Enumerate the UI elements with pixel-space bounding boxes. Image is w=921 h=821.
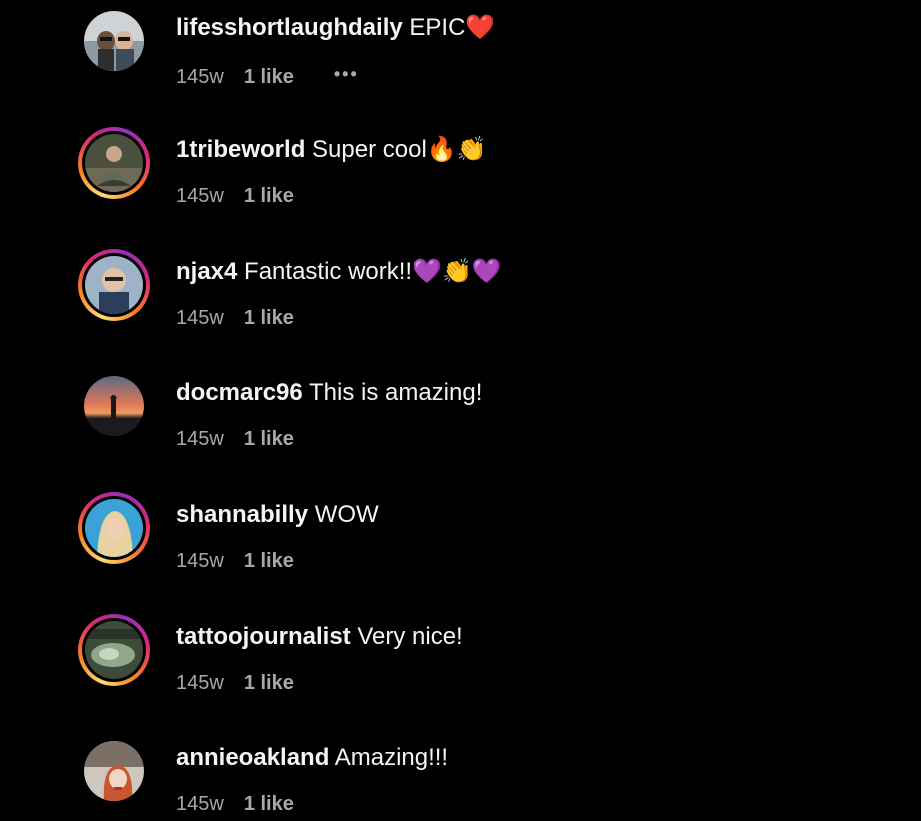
comment-timestamp[interactable]: 145w [176, 307, 224, 329]
comment-meta: 145w 1 like [176, 184, 294, 208]
comment-text: Very nice! [357, 623, 463, 650]
comment-likes[interactable]: 1 like [244, 428, 294, 450]
avatar-photo [84, 741, 144, 801]
comment-line: njax4 Fantastic work!!💜👏💜 [176, 257, 502, 287]
comment-username[interactable]: 1tribeworld [176, 136, 305, 163]
avatar-story-ring[interactable] [78, 249, 150, 321]
avatar-story-ring[interactable] [78, 492, 150, 564]
comment-line: shannabilly WOW [176, 500, 379, 530]
avatar-photo [85, 621, 143, 679]
comment-username[interactable]: tattoojournalist [176, 623, 351, 650]
comment-username[interactable]: njax4 [176, 258, 237, 285]
avatar-story-ring[interactable] [78, 127, 150, 199]
comment-timestamp[interactable]: 145w [176, 185, 224, 207]
comment-timestamp[interactable]: 145w [176, 793, 224, 815]
comment-meta: 145w 1 like [176, 671, 294, 695]
comment-username[interactable]: docmarc96 [176, 379, 303, 406]
comment-item: annieoakland Amazing!!! 145w 1 like [0, 0, 921, 815]
comment-text: Fantastic work!! [244, 258, 413, 285]
comment-text: Amazing!!! [334, 744, 449, 771]
comment-likes[interactable]: 1 like [244, 672, 294, 694]
comment-meta: 145w 1 like [176, 427, 294, 451]
comment-text: This is amazing! [308, 379, 483, 406]
comment-line: docmarc96 This is amazing! [176, 378, 482, 408]
comment-text: WOW [314, 501, 379, 528]
avatar-story-ring[interactable] [78, 614, 150, 686]
comment-meta: 145w 1 like [176, 792, 294, 816]
avatar[interactable] [84, 376, 144, 436]
comment-username[interactable]: annieoakland [176, 744, 329, 771]
comment-username[interactable]: shannabilly [176, 501, 308, 528]
avatar-photo [85, 134, 143, 192]
comment-emoji: 🔥👏 [426, 136, 487, 163]
comment-line: tattoojournalist Very nice! [176, 622, 463, 652]
avatar-ring-gap [82, 618, 146, 682]
avatar-ring-gap [82, 496, 146, 560]
avatar[interactable] [84, 741, 144, 801]
comment-meta: 145w 1 like [176, 549, 294, 573]
comment-timestamp[interactable]: 145w [176, 428, 224, 450]
comment-line: 1tribeworld Super cool🔥👏 [176, 135, 487, 165]
comment-text: Super cool [312, 136, 427, 163]
avatar-photo [84, 376, 144, 436]
comment-likes[interactable]: 1 like [244, 307, 294, 329]
comment-meta: 145w 1 like [176, 306, 294, 330]
avatar-photo [85, 499, 143, 557]
comment-line: annieoakland Amazing!!! [176, 743, 448, 773]
comment-emoji: 💜👏💜 [412, 258, 502, 285]
avatar-ring-gap [82, 131, 146, 195]
comment-timestamp[interactable]: 145w [176, 672, 224, 694]
comment-likes[interactable]: 1 like [244, 550, 294, 572]
comment-timestamp[interactable]: 145w [176, 550, 224, 572]
comment-likes[interactable]: 1 like [244, 185, 294, 207]
comment-likes[interactable]: 1 like [244, 793, 294, 815]
avatar-photo [85, 256, 143, 314]
avatar-ring-gap [82, 253, 146, 317]
